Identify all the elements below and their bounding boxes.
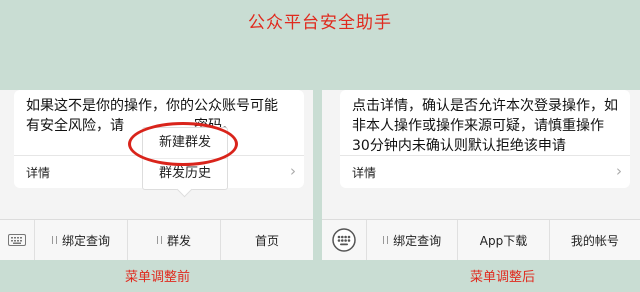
menu-item-my-account[interactable]: 我的帐号 [550,220,640,260]
after-caption: 菜单调整后 [470,270,536,285]
chevron-right-icon: › [290,162,296,180]
menu-item-home[interactable]: 首页 [221,220,313,260]
menu-item-app-download[interactable]: App下载 [458,220,550,260]
menu-item-binding-query[interactable]: 绑定查询 [35,220,128,260]
message-card: 点击详情，确认是否允许本次登录操作，如 非本人操作或操作来源可疑，请慎重操作 3… [340,90,630,188]
message-text: 点击详情，确认是否允许本次登录操作，如 非本人操作或操作来源可疑，请慎重操作 3… [352,96,618,156]
custom-menu-bar: 绑定查询 群发 首页 [0,219,313,260]
message-line: 点击详情，确认是否允许本次登录操作，如 [352,98,618,114]
message-line: 非本人操作或操作来源可疑，请慎重操作 [352,118,604,134]
detail-label: 详情 [26,166,51,180]
menu-item-binding-query[interactable]: 绑定查询 [367,220,459,260]
before-caption: 菜单调整前 [125,270,191,285]
detail-label: 详情 [352,166,377,180]
menu-item-mass-send[interactable]: 群发 [128,220,221,260]
page-title: 公众平台安全助手 [248,13,392,33]
menu-submenu-icon [383,236,389,244]
after-panel: 点击详情，确认是否允许本次登录操作，如 非本人操作或操作来源可疑，请慎重操作 3… [322,90,640,260]
custom-menu-bar: 绑定查询 App下载 我的帐号 [322,219,640,260]
chevron-right-icon: › [616,162,622,180]
menu-submenu-icon [51,236,57,244]
message-line: 30分钟内未确认则默认拒绝该申请 [352,138,566,154]
keyboard-icon[interactable] [322,220,367,260]
highlight-circle [128,122,238,166]
message-line: 如果这不是你的操作，你的公众账号可能 [26,98,278,114]
menu-submenu-icon [156,236,162,244]
keyboard-icon[interactable] [0,220,35,260]
detail-link[interactable]: 详情 › [340,155,630,188]
